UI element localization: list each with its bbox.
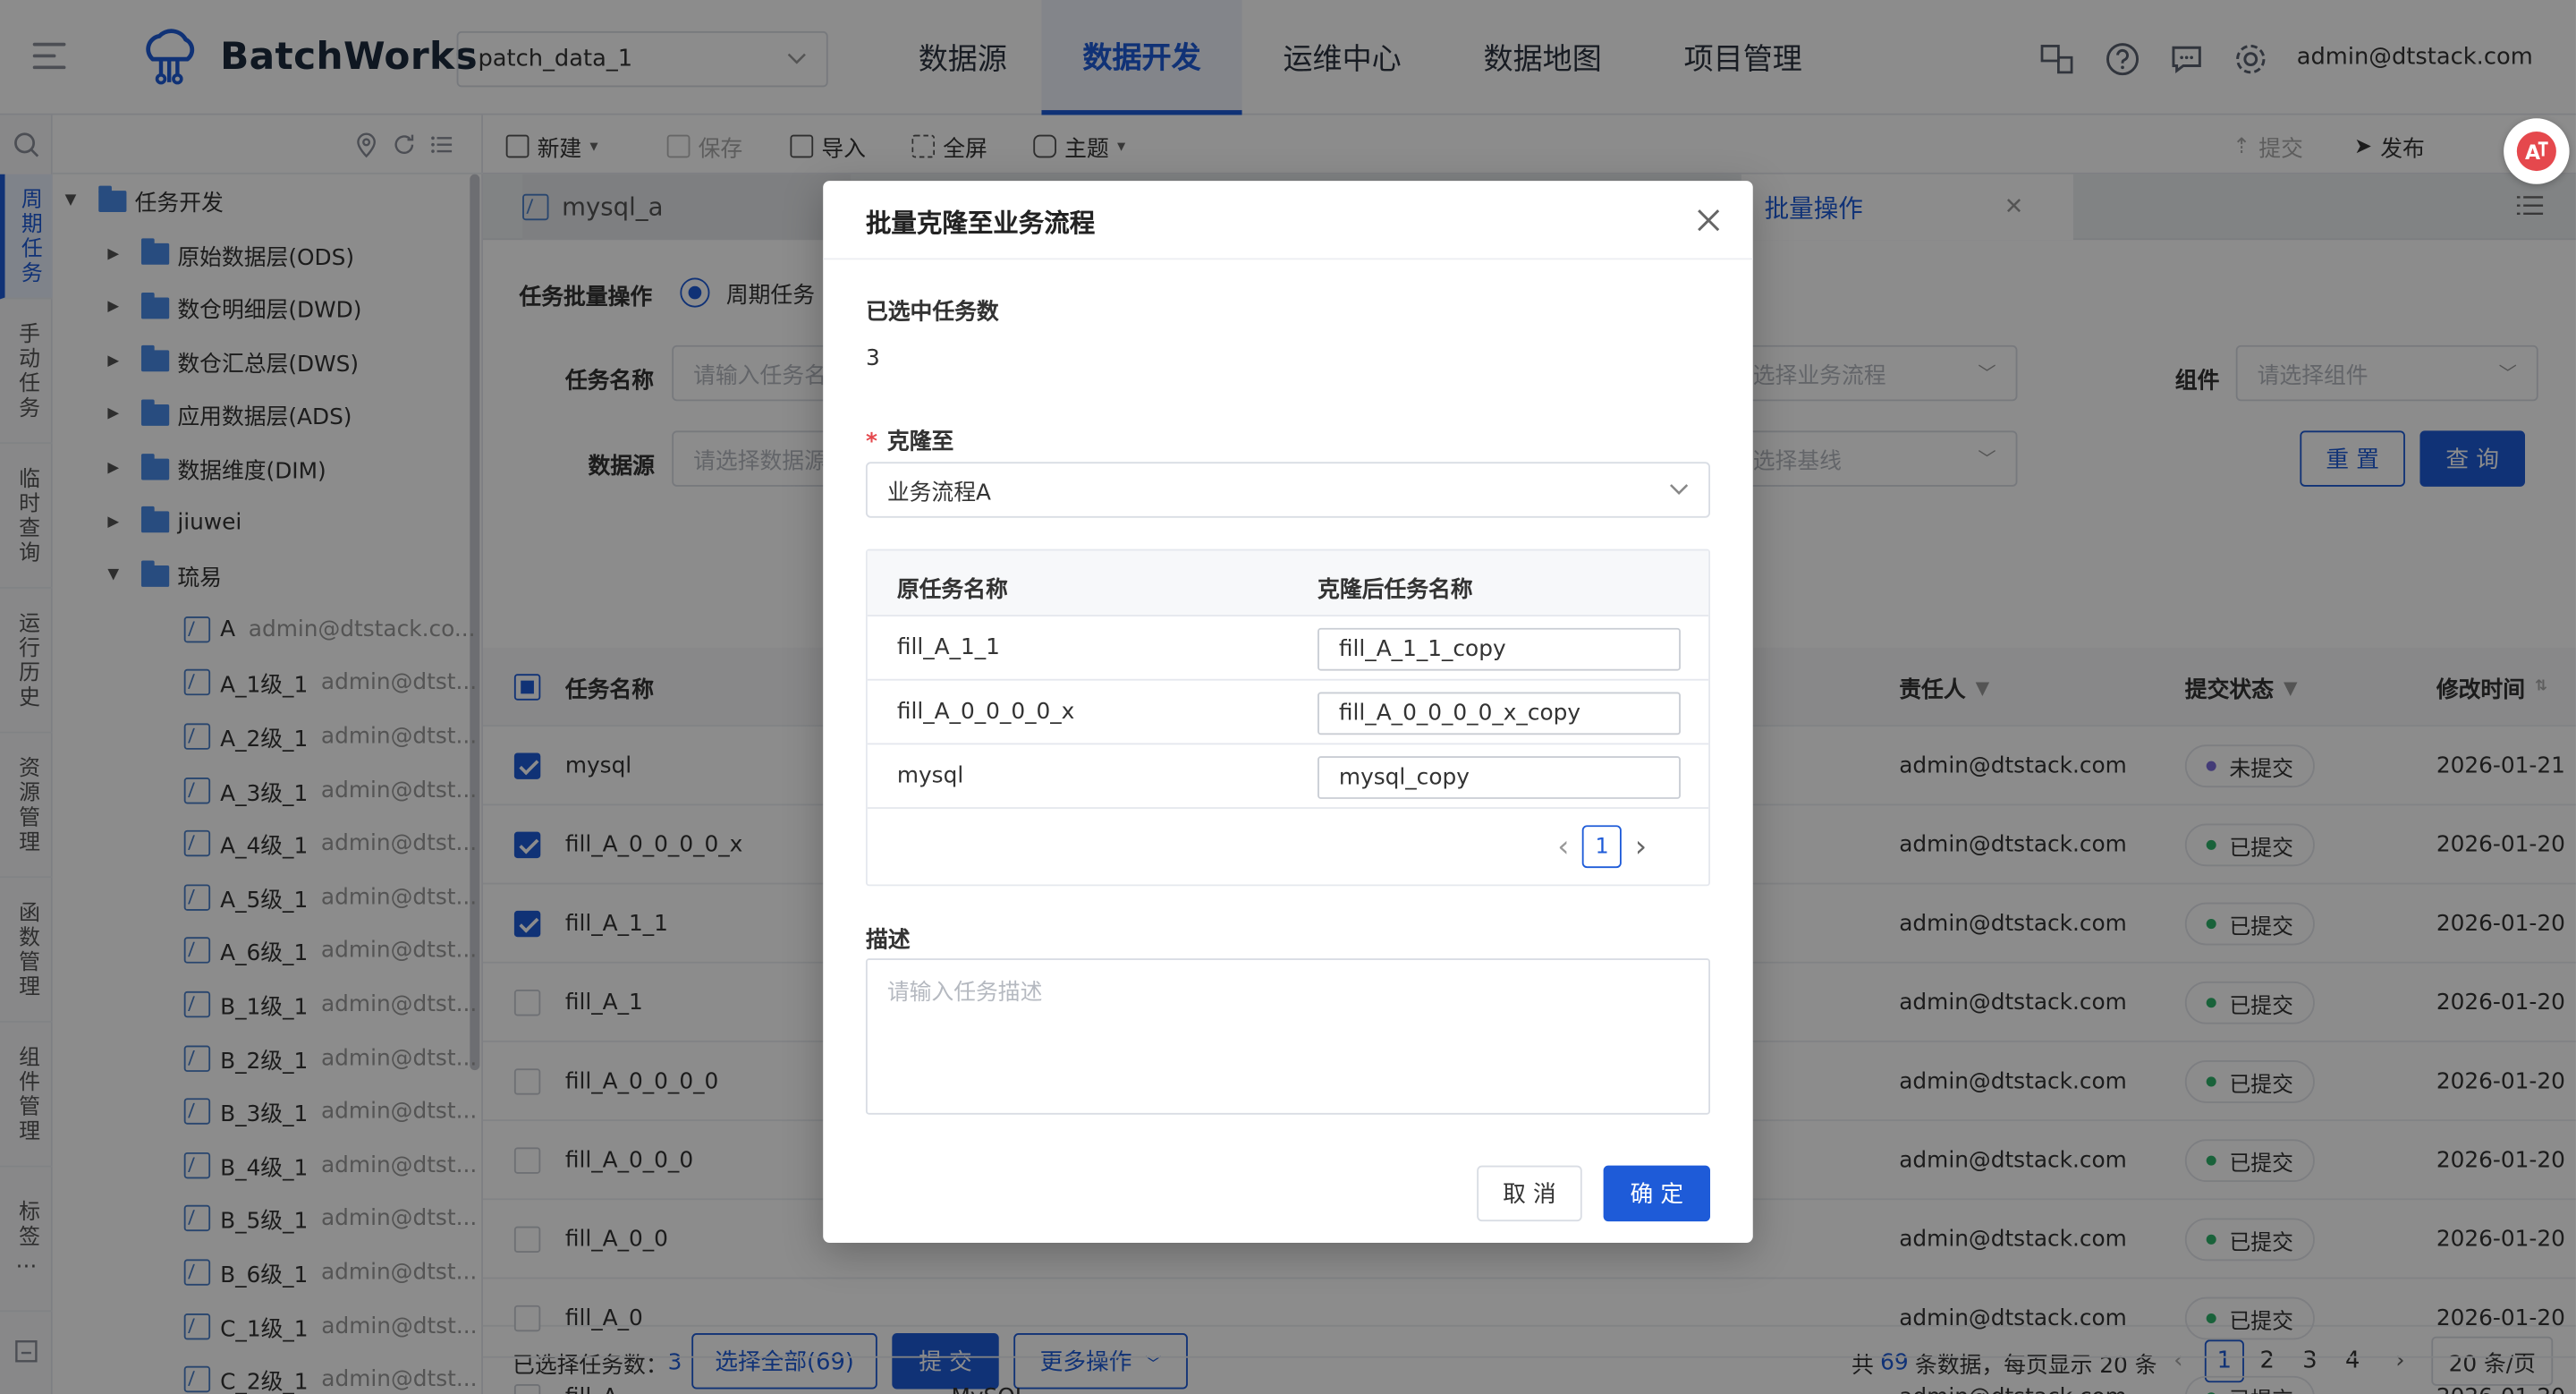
col-original-name: 原任务名称 — [896, 576, 1008, 604]
selected-tasks-label: 已选中任务数 — [865, 299, 999, 326]
required-mark: * — [865, 429, 877, 455]
next-page-icon[interactable]: › — [1635, 829, 1647, 864]
clone-name-table: 原任务名称 克隆后任务名称 ‹ 1 › fill_A_1_1 fill_A_1_1… — [865, 548, 1711, 887]
clone-table-header: 原任务名称 克隆后任务名称 — [867, 550, 1709, 616]
clone-table-pagination: ‹ 1 › — [1557, 825, 1647, 869]
clone-to-select[interactable]: 业务流程A — [865, 462, 1711, 518]
prev-page-icon[interactable]: ‹ — [1557, 829, 1569, 864]
svg-text:A: A — [2525, 142, 2540, 165]
batch-clone-dialog: 批量克隆至业务流程 已选中任务数 3 * 克隆至 业务流程A 原任务名称 克隆后任… — [823, 181, 1753, 1243]
original-name-cell: fill_A_1_1 — [896, 634, 1000, 661]
original-name-cell: mysql — [896, 762, 964, 789]
cloned-name-input[interactable]: mysql_copy — [1318, 756, 1681, 799]
clone-table-row: mysql mysql_copy — [867, 744, 1709, 809]
cloned-name-input[interactable]: fill_A_0_0_0_0_x_copy — [1318, 692, 1681, 735]
clone-to-label: * 克隆至 — [865, 429, 954, 455]
translate-icon[interactable]: A — [2504, 118, 2570, 184]
dialog-header: 批量克隆至业务流程 — [823, 181, 1753, 260]
description-label: 描述 — [865, 927, 911, 954]
original-name-cell: fill_A_0_0_0_0_x — [896, 698, 1075, 726]
col-cloned-name: 克隆后任务名称 — [1318, 576, 1473, 604]
confirm-button[interactable]: 确 定 — [1603, 1165, 1711, 1222]
close-icon[interactable] — [1694, 206, 1724, 235]
cloned-name-input[interactable]: fill_A_1_1_copy — [1318, 627, 1681, 671]
cancel-button[interactable]: 取 消 — [1477, 1165, 1582, 1222]
clone-table-row: fill_A_1_1 fill_A_1_1_copy — [867, 616, 1709, 681]
clone-page-1[interactable]: 1 — [1582, 825, 1623, 869]
dialog-title: 批量克隆至业务流程 — [865, 208, 1096, 239]
clone-table-row: fill_A_0_0_0_0_x fill_A_0_0_0_0_x_copy — [867, 681, 1709, 745]
chevron-down-icon — [1670, 484, 1689, 496]
description-textarea[interactable]: 请输入任务描述 — [865, 958, 1711, 1115]
selected-tasks-count: 3 — [865, 344, 880, 372]
